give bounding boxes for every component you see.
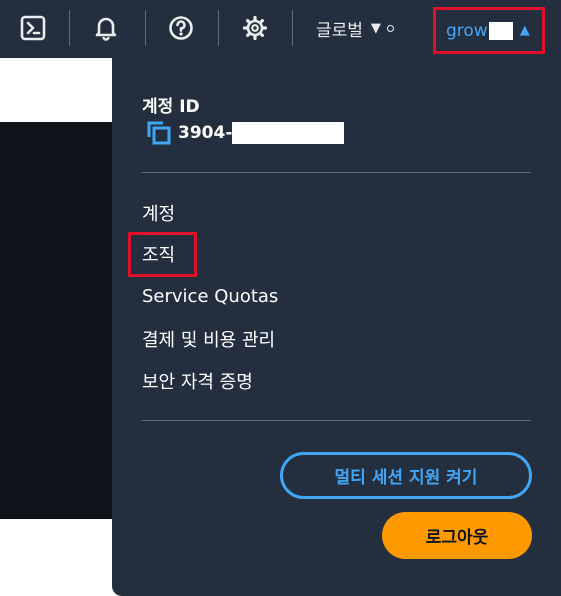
highlight-box-organization [128, 232, 197, 277]
page-header-strip [0, 58, 112, 122]
caret-down-icon: ▼ [370, 20, 381, 36]
redacted-account-id-box [232, 122, 345, 144]
caret-up-icon: ▲ [519, 23, 530, 38]
top-navigation-bar: 글로벌 ▼ grow ▲ [0, 0, 561, 58]
menu-divider [142, 420, 531, 421]
account-id-value: 3904- [178, 123, 233, 143]
nav-separator [69, 10, 70, 46]
gear-icon [242, 15, 268, 41]
nav-separator [218, 10, 219, 46]
page-dark-panel [0, 122, 112, 519]
cloudshell-icon [20, 15, 46, 41]
region-selector[interactable]: 글로벌 ▼ [316, 17, 394, 41]
cloudshell-button[interactable] [16, 11, 50, 45]
notifications-button[interactable] [89, 11, 123, 45]
menu-item-account[interactable]: 계정 [142, 200, 175, 226]
bell-icon [95, 17, 117, 41]
region-label: 글로벌 [316, 20, 363, 41]
menu-item-service-quotas[interactable]: Service Quotas [142, 286, 278, 307]
account-dropdown-menu: 계정 ID 3904- 계정 조직 Service Quotas 결제 및 비용… [112, 58, 561, 596]
settings-button[interactable] [238, 11, 272, 45]
help-button[interactable] [164, 11, 198, 45]
page-bottom-area [0, 519, 112, 596]
account-id-heading: 계정 ID [142, 97, 200, 117]
menu-item-billing[interactable]: 결제 및 비용 관리 [142, 326, 275, 352]
sign-out-button[interactable]: 로그아웃 [382, 512, 532, 559]
nav-separator [145, 10, 146, 46]
account-menu-trigger[interactable]: grow ▲ [433, 7, 545, 54]
copy-icon [147, 121, 171, 145]
copy-account-id[interactable]: 3904- [146, 120, 345, 146]
account-username: grow [446, 20, 488, 41]
menu-divider [142, 172, 531, 173]
menu-item-security-credentials[interactable]: 보안 자격 증명 [142, 368, 253, 394]
nav-separator [292, 10, 293, 46]
help-icon [169, 16, 193, 40]
region-status-icon [386, 24, 394, 32]
redacted-username-box [488, 21, 513, 40]
enable-multi-session-button[interactable]: 멀티 세션 지원 켜기 [280, 452, 532, 499]
